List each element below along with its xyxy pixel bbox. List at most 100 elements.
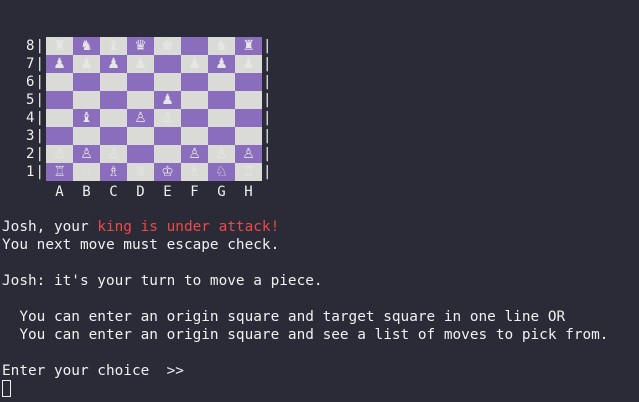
board-square (181, 37, 208, 55)
board-square (100, 127, 127, 145)
board-square (154, 127, 181, 145)
board-square: ♘ (73, 163, 100, 181)
board-square: ♔ (154, 163, 181, 181)
rank-number: 1 (26, 164, 35, 180)
board-square (181, 127, 208, 145)
board-right-separator: | (263, 74, 272, 90)
rank-label: 4| (26, 109, 44, 127)
check-warning-alert: king is under attack! (97, 219, 280, 235)
board-square: ♕ (127, 163, 154, 181)
file-label: H (244, 184, 253, 200)
board-square (73, 73, 100, 91)
escape-check-line: You next move must escape check. (2, 237, 280, 253)
rank-label: 6| (26, 73, 44, 91)
text-cursor[interactable] (2, 380, 11, 397)
board-square (208, 91, 235, 109)
board-square (73, 127, 100, 145)
board-square: ♗ (100, 163, 127, 181)
board-square (208, 127, 235, 145)
rank-separator: | (35, 74, 44, 90)
board-square (181, 109, 208, 127)
board-square: ♟ (208, 55, 235, 73)
board-square (235, 73, 262, 91)
board-square: ♘ (208, 163, 235, 181)
board-right-separator: | (263, 56, 272, 72)
rank-label: 2| (26, 145, 44, 163)
rank-separator: | (35, 146, 44, 162)
board-square: ♜ (235, 37, 262, 55)
board-square: ♙ (73, 145, 100, 163)
file-label: G (217, 184, 226, 200)
board-square: ♟ (154, 91, 181, 109)
rank-separator: | (35, 128, 44, 144)
board-square: ♟ (181, 55, 208, 73)
board-square: ♙ (100, 145, 127, 163)
board-square (100, 73, 127, 91)
board-square (181, 73, 208, 91)
rank-label: 1| (26, 163, 44, 181)
rank-separator: | (35, 164, 44, 180)
board-square (154, 145, 181, 163)
board-right-separator: | (263, 146, 272, 162)
rank-label: 7| (26, 55, 44, 73)
board-right-separator: | (263, 38, 272, 54)
option-two-line: You can enter an origin square and see a… (2, 327, 609, 343)
board-square (154, 73, 181, 91)
board-square (46, 109, 73, 127)
rank-separator: | (35, 92, 44, 108)
board-square (73, 91, 100, 109)
board-square (100, 109, 127, 127)
board-square (181, 91, 208, 109)
board-square (46, 91, 73, 109)
board-square (235, 127, 262, 145)
file-label: D (136, 184, 145, 200)
board-square: ♙ (208, 145, 235, 163)
board-right-separator: | (263, 128, 272, 144)
file-label: A (55, 184, 64, 200)
board-square: ♛ (127, 37, 154, 55)
board-square: ♟ (127, 55, 154, 73)
input-prompt: Enter your choice >> (2, 363, 184, 379)
board-square: ♗ (181, 163, 208, 181)
board-square: ♞ (208, 37, 235, 55)
terminal-window: 8| 7| 6| 5| 4| 3| 2| 1| | | | | | | | | ♜ ♞ ♝ ♛ ♚ ♞ ♜ ♟ ♟ ♟ ♟ ♟ ♟ ♟… (0, 0, 639, 402)
file-label: B (82, 184, 91, 200)
rank-separator: | (35, 56, 44, 72)
option-one-line: You can enter an origin square and targe… (2, 309, 566, 325)
rank-number: 4 (26, 110, 35, 126)
board-square: ♟ (235, 55, 262, 73)
file-label: E (163, 184, 172, 200)
board-square (127, 127, 154, 145)
board-square: ♚ (154, 37, 181, 55)
board-square: ♝ (100, 37, 127, 55)
board-square: ♙ (127, 109, 154, 127)
board-square: ♖ (235, 163, 262, 181)
rank-label: 8| (26, 37, 44, 55)
board-square (235, 109, 262, 127)
board-square (127, 91, 154, 109)
board-square: ♙ (46, 145, 73, 163)
board-square: ♞ (73, 37, 100, 55)
rank-number: 8 (26, 38, 35, 54)
chess-board: ♜ ♞ ♝ ♛ ♚ ♞ ♜ ♟ ♟ ♟ ♟ ♟ ♟ ♟ ♟ ♝ ♙ ♙ ♙ ♙ ♙ ♙ ♙ ♙ ♖ ♘ ♗ ♕ ♔ ♗ ♘ ♖ (46, 37, 262, 181)
board-square: ♜ (46, 37, 73, 55)
turn-line: Josh: it's your turn to move a piece. (2, 273, 323, 289)
rank-label: 5| (26, 91, 44, 109)
board-square (154, 55, 181, 73)
board-square (235, 91, 262, 109)
check-warning-prefix: Josh, your (2, 219, 98, 235)
board-right-separator: | (263, 110, 272, 126)
board-square (127, 145, 154, 163)
rank-number: 3 (26, 128, 35, 144)
rank-separator: | (35, 110, 44, 126)
board-square: ♟ (100, 55, 127, 73)
board-square: ♙ (181, 145, 208, 163)
board-square (208, 73, 235, 91)
file-label: C (109, 184, 118, 200)
rank-label: 3| (26, 127, 44, 145)
board-square: ♖ (46, 163, 73, 181)
rank-number: 7 (26, 56, 35, 72)
board-square: ♟ (73, 55, 100, 73)
board-right-separator: | (263, 92, 272, 108)
board-square: ♝ (73, 109, 100, 127)
